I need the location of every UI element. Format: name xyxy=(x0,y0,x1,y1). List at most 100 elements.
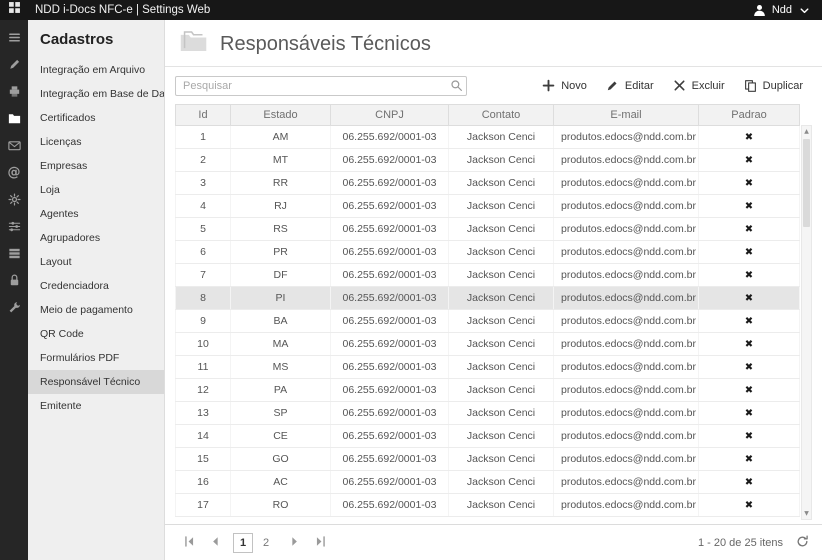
table-row[interactable]: 4RJ06.255.692/0001-03Jackson Cenciprodut… xyxy=(176,195,800,218)
column-header-cnpj[interactable]: CNPJ xyxy=(331,105,449,126)
cell-id: 1 xyxy=(176,126,231,149)
folder-icon[interactable] xyxy=(6,110,22,126)
sidebar-item-empresas[interactable]: Empresas xyxy=(28,154,164,178)
cell-padrao: ✖ xyxy=(699,471,800,494)
page-button-2[interactable]: 2 xyxy=(256,533,276,553)
cell-id: 14 xyxy=(176,425,231,448)
refresh-button[interactable] xyxy=(795,534,810,552)
next-page-button[interactable] xyxy=(282,531,306,555)
app-title: NDD i-Docs NFC-e | Settings Web xyxy=(35,4,210,16)
cell-email: produtos.edocs@ndd.com.br xyxy=(554,448,699,471)
column-header-padrao[interactable]: Padrao xyxy=(699,105,800,126)
search-button[interactable] xyxy=(449,78,464,96)
chevron-down-icon xyxy=(797,3,812,18)
search-box xyxy=(175,76,467,96)
cell-id: 5 xyxy=(176,218,231,241)
prev-page-button[interactable] xyxy=(203,531,227,555)
table-row[interactable]: 1AM06.255.692/0001-03Jackson Cenciprodut… xyxy=(176,126,800,149)
wrench-icon[interactable] xyxy=(6,299,22,315)
table-row[interactable]: 13SP06.255.692/0001-03Jackson Cenciprodu… xyxy=(176,402,800,425)
cell-contato: Jackson Cenci xyxy=(449,333,554,356)
gear-icon[interactable] xyxy=(6,191,22,207)
lock-icon[interactable] xyxy=(6,272,22,288)
table-row[interactable]: 3RR06.255.692/0001-03Jackson Cenciprodut… xyxy=(176,172,800,195)
sidebar-item-integracao-em-base-de-dados[interactable]: Integração em Base de Dados xyxy=(28,82,164,106)
first-page-button[interactable] xyxy=(177,531,201,555)
sidebar-item-credenciadora[interactable]: Credenciadora xyxy=(28,274,164,298)
app-launcher-button[interactable] xyxy=(0,0,28,20)
cell-id: 13 xyxy=(176,402,231,425)
excluir-button[interactable]: Excluir xyxy=(663,75,734,96)
last-page-button[interactable] xyxy=(308,531,332,555)
cell-contato: Jackson Cenci xyxy=(449,494,554,517)
table-row[interactable]: 5RS06.255.692/0001-03Jackson Cenciprodut… xyxy=(176,218,800,241)
at-icon[interactable]: @ xyxy=(6,164,22,180)
scrollbar-down-arrow[interactable]: ▼ xyxy=(802,508,811,519)
column-header-id[interactable]: Id xyxy=(176,105,231,126)
search-icon xyxy=(449,78,464,96)
table-row[interactable]: 15GO06.255.692/0001-03Jackson Cenciprodu… xyxy=(176,448,800,471)
cell-estado: SP xyxy=(231,402,331,425)
printer-icon[interactable] xyxy=(6,83,22,99)
cell-email: produtos.edocs@ndd.com.br xyxy=(554,195,699,218)
scrollbar-thumb[interactable] xyxy=(803,139,810,227)
cell-estado: MS xyxy=(231,356,331,379)
table-row[interactable]: 17RO06.255.692/0001-03Jackson Cenciprodu… xyxy=(176,494,800,517)
table-row[interactable]: 6PR06.255.692/0001-03Jackson Cenciprodut… xyxy=(176,241,800,264)
sidebar-item-formularios-pdf[interactable]: Formulários PDF xyxy=(28,346,164,370)
table-row[interactable]: 10MA06.255.692/0001-03Jackson Cenciprodu… xyxy=(176,333,800,356)
column-header-contato[interactable]: Contato xyxy=(449,105,554,126)
sidebar-item-meio-de-pagamento[interactable]: Meio de pagamento xyxy=(28,298,164,322)
editar-button[interactable]: Editar xyxy=(596,75,663,96)
cell-contato: Jackson Cenci xyxy=(449,195,554,218)
duplicar-button[interactable]: Duplicar xyxy=(734,75,812,96)
page-button-1[interactable]: 1 xyxy=(233,533,253,553)
user-icon xyxy=(752,3,767,18)
scrollbar-up-arrow[interactable]: ▲ xyxy=(802,126,811,137)
sidebar-item-agentes[interactable]: Agentes xyxy=(28,202,164,226)
sidebar-item-agrupadores[interactable]: Agrupadores xyxy=(28,226,164,250)
user-menu[interactable]: Ndd xyxy=(752,3,822,18)
cell-contato: Jackson Cenci xyxy=(449,241,554,264)
duplicate-icon xyxy=(743,78,758,93)
table-row[interactable]: 16AC06.255.692/0001-03Jackson Cenciprodu… xyxy=(176,471,800,494)
pager-pages: 12 xyxy=(233,533,276,553)
sidebar-item-certificados[interactable]: Certificados xyxy=(28,106,164,130)
table-row[interactable]: 2MT06.255.692/0001-03Jackson Cenciprodut… xyxy=(176,149,800,172)
cell-estado: PI xyxy=(231,287,331,310)
menu-icon[interactable] xyxy=(6,29,22,45)
table-row[interactable]: 8PI06.255.692/0001-03Jackson Cenciprodut… xyxy=(176,287,800,310)
novo-button[interactable]: Novo xyxy=(532,75,596,96)
table-row[interactable]: 14CE06.255.692/0001-03Jackson Cenciprodu… xyxy=(176,425,800,448)
search-input[interactable] xyxy=(175,76,467,96)
column-header-e-mail[interactable]: E-mail xyxy=(554,105,699,126)
table-scrollbar[interactable]: ▲ ▼ xyxy=(801,125,812,520)
stack-icon[interactable] xyxy=(6,245,22,261)
cell-estado: MA xyxy=(231,333,331,356)
cell-cnpj: 06.255.692/0001-03 xyxy=(331,310,449,333)
pen-icon[interactable] xyxy=(6,56,22,72)
table-row[interactable]: 11MS06.255.692/0001-03Jackson Cenciprodu… xyxy=(176,356,800,379)
mail-icon[interactable] xyxy=(6,137,22,153)
cell-padrao: ✖ xyxy=(699,448,800,471)
sidebar-item-layout[interactable]: Layout xyxy=(28,250,164,274)
cell-id: 8 xyxy=(176,287,231,310)
delete-icon xyxy=(672,78,687,93)
sidebar-item-responsavel-tecnico[interactable]: Responsável Técnico xyxy=(28,370,164,394)
cell-cnpj: 06.255.692/0001-03 xyxy=(331,448,449,471)
cell-id: 15 xyxy=(176,448,231,471)
sidebar-item-integracao-em-arquivo[interactable]: Integração em Arquivo xyxy=(28,58,164,82)
sliders-icon[interactable] xyxy=(6,218,22,234)
table-row[interactable]: 9BA06.255.692/0001-03Jackson Cenciprodut… xyxy=(176,310,800,333)
icon-strip: @ xyxy=(0,20,28,560)
cell-padrao: ✖ xyxy=(699,264,800,287)
sidebar-item-qr-code[interactable]: QR Code xyxy=(28,322,164,346)
sidebar-item-licencas[interactable]: Licenças xyxy=(28,130,164,154)
table-row[interactable]: 7DF06.255.692/0001-03Jackson Cenciprodut… xyxy=(176,264,800,287)
cell-estado: RR xyxy=(231,172,331,195)
column-header-estado[interactable]: Estado xyxy=(231,105,331,126)
sidebar-item-loja[interactable]: Loja xyxy=(28,178,164,202)
cell-cnpj: 06.255.692/0001-03 xyxy=(331,333,449,356)
sidebar-item-emitente[interactable]: Emitente xyxy=(28,394,164,418)
table-row[interactable]: 12PA06.255.692/0001-03Jackson Cenciprodu… xyxy=(176,379,800,402)
